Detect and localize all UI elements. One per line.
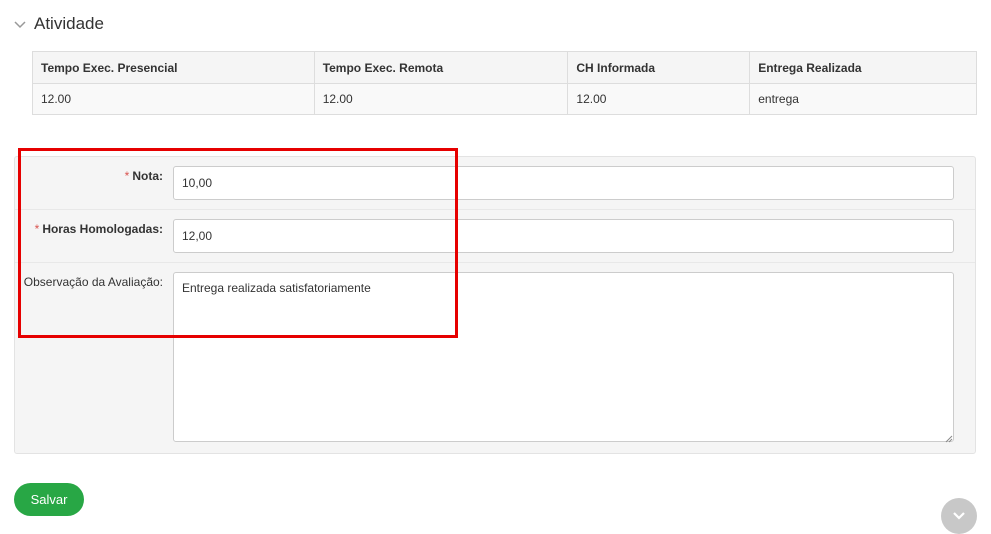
required-marker: *: [124, 169, 130, 183]
table-row: 12.00 12.00 12.00 entrega: [32, 83, 977, 115]
chevron-down-icon[interactable]: [12, 16, 28, 32]
nota-label: * Nota:: [125, 169, 163, 183]
scroll-down-button[interactable]: [941, 498, 977, 534]
section-title: Atividade: [34, 14, 104, 33]
table-cell: entrega: [749, 83, 977, 115]
nota-row: * Nota:: [15, 157, 975, 209]
observacao-label: Observação da Avaliação:: [23, 275, 163, 289]
chevron-down-icon: [953, 512, 965, 520]
nota-label-text: Nota:: [132, 169, 163, 183]
table-cell: 12.00: [567, 83, 751, 115]
observacao-textarea[interactable]: Entrega realizada satisfatoriamente: [173, 272, 954, 442]
column-header: CH Informada: [567, 51, 751, 84]
column-header: Entrega Realizada: [749, 51, 977, 84]
horas-label: * Horas Homologadas:: [35, 222, 163, 236]
table-cell: 12.00: [32, 83, 315, 115]
table-header-row: Tempo Exec. Presencial Tempo Exec. Remot…: [32, 51, 977, 84]
activity-table: Tempo Exec. Presencial Tempo Exec. Remot…: [32, 51, 977, 115]
horas-row: * Horas Homologadas:: [15, 210, 975, 262]
nota-input[interactable]: [173, 166, 954, 200]
column-header: Tempo Exec. Remota: [313, 51, 569, 84]
required-marker: *: [34, 222, 40, 236]
table-cell: 12.00: [313, 83, 569, 115]
horas-homologadas-input[interactable]: [173, 219, 954, 253]
section-header[interactable]: Atividade: [12, 14, 104, 34]
column-header: Tempo Exec. Presencial: [32, 51, 315, 84]
evaluation-form: *Nota: *Horas Homologadas: Observação da…: [14, 156, 976, 454]
observacao-row: Observação da Avaliação: Entrega realiza…: [15, 263, 975, 453]
save-button[interactable]: Salvar: [14, 483, 84, 516]
resize-handle-icon[interactable]: [945, 435, 953, 443]
horas-label-text: Horas Homologadas:: [42, 222, 163, 236]
